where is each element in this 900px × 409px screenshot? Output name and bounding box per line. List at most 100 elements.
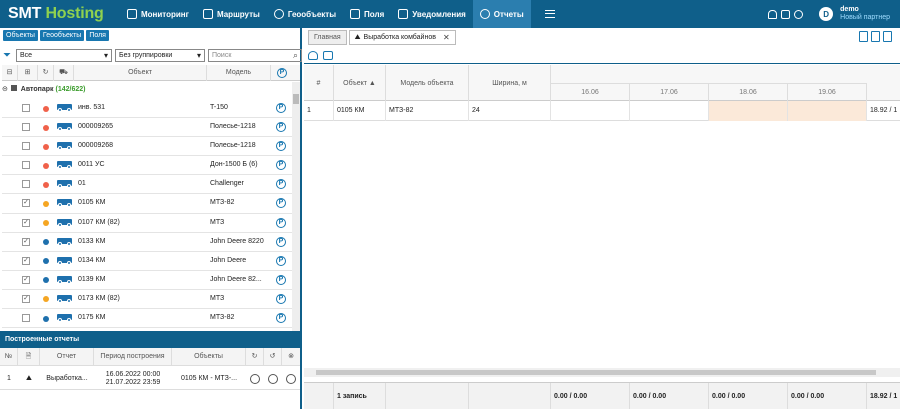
col-width[interactable]: Ширина, м <box>469 65 551 101</box>
object-model: Challenger <box>210 180 244 188</box>
nav-reports[interactable]: Отчеты <box>472 0 531 28</box>
report-row[interactable]: 1 ⛰ Выработка... 16.06.2022 00:00 21.07.… <box>0 368 300 390</box>
object-checkbox[interactable]: ✓ <box>22 275 30 284</box>
parking-icon[interactable]: P <box>276 293 286 304</box>
list-item[interactable]: 000009268 Полесье-1218 P <box>2 137 292 157</box>
parking-icon[interactable]: P <box>276 141 286 152</box>
parking-icon[interactable]: P <box>276 313 286 324</box>
parking-icon[interactable]: P <box>276 217 286 228</box>
refresh-icon[interactable]: ↻ <box>38 65 54 81</box>
object-checkbox[interactable]: ✓ <box>22 218 30 227</box>
objects-scrollbar-thumb[interactable] <box>293 94 299 104</box>
object-checkbox[interactable] <box>22 142 30 151</box>
grouping-select[interactable]: Без группировки <box>115 49 205 62</box>
bell-icon[interactable] <box>768 9 778 19</box>
excel-export-icon[interactable] <box>859 31 868 42</box>
avatar[interactable]: D <box>819 7 834 21</box>
parking-icon[interactable]: P <box>276 160 286 171</box>
object-name: 0173 КМ (82) <box>78 294 120 302</box>
nav-geoobjects[interactable]: Геообъекты <box>267 0 343 28</box>
user-name: demo <box>840 6 859 13</box>
object-checkbox[interactable]: ✓ <box>22 294 30 303</box>
row-cell <box>551 101 630 121</box>
user-info[interactable]: demo Новый партнер <box>840 6 890 22</box>
nav-fields[interactable]: Поля <box>343 0 391 28</box>
table-hscrollbar-thumb[interactable] <box>316 370 876 375</box>
report-delete-button[interactable] <box>282 368 300 390</box>
parking-icon[interactable]: P <box>276 103 286 113</box>
object-checkbox[interactable] <box>22 123 30 132</box>
object-checkbox[interactable] <box>22 314 30 323</box>
list-item[interactable]: 0175 КМ МТЗ-82 P <box>2 309 292 329</box>
nav-routes[interactable]: Маршруты <box>196 0 267 28</box>
list-item[interactable]: 0011 УС Дон-1500 Б (6) P <box>2 156 292 176</box>
parking-icon[interactable]: P <box>276 274 286 285</box>
rep-history-icon[interactable]: ↺ <box>264 348 282 366</box>
collapse-icon[interactable]: ⊝ <box>2 86 8 93</box>
report-rebuild-button[interactable] <box>246 368 264 390</box>
print-icon[interactable] <box>883 31 892 42</box>
image-icon[interactable] <box>781 9 791 19</box>
table-row[interactable]: 1 0105 КМ МТЗ-82 24 18.92 / 1 <box>304 101 900 121</box>
tab-harvest-report[interactable]: ⛰ Выработка комбайнов ✕ <box>348 30 456 45</box>
report-objects: 0105 КМ - МТЗ-... <box>180 375 238 382</box>
brand-logo[interactable]: SMT Hosting <box>0 5 120 23</box>
parking-icon[interactable]: P <box>276 255 286 266</box>
nav-notifications[interactable]: Уведомления <box>391 0 473 28</box>
list-item[interactable]: ✓ 0133 КМ John Deere 8220 P <box>2 233 292 252</box>
object-checkbox[interactable]: ✓ <box>22 237 30 246</box>
status-filter-select[interactable]: Все <box>16 49 112 62</box>
object-checkbox[interactable]: ✓ <box>22 199 30 208</box>
table-hscrollbar[interactable] <box>304 368 900 377</box>
parking-icon[interactable]: P <box>276 236 286 247</box>
tab-objects[interactable]: Объекты <box>3 30 38 41</box>
tab-geoobjects[interactable]: Геообъекты <box>39 30 85 41</box>
col-object[interactable]: Объект <box>74 65 207 81</box>
gear-icon[interactable] <box>794 9 804 19</box>
object-checkbox[interactable] <box>22 180 30 189</box>
close-icon[interactable]: ✕ <box>443 33 450 42</box>
col-object-sort[interactable]: Объект ▲ <box>334 65 386 101</box>
nav-monitoring[interactable]: Мониторинг <box>120 0 196 28</box>
tab-fields[interactable]: Поля <box>86 30 109 41</box>
rep-refresh-icon[interactable]: ↻ <box>246 348 264 366</box>
group-row[interactable]: ⊝ Автопарк (142/622) <box>2 82 292 98</box>
parking-icon[interactable]: P <box>276 179 286 190</box>
map-icon[interactable] <box>308 50 318 60</box>
tab-main[interactable]: Главная <box>308 30 347 45</box>
filter-icon[interactable]: ⏷ <box>3 50 13 61</box>
menu-icon[interactable] <box>544 10 555 18</box>
footer-count: 1 запись <box>334 383 386 409</box>
list-item[interactable]: 01 Challenger P <box>2 175 292 195</box>
report-name[interactable]: Выработка... <box>40 368 94 390</box>
harvest-icon: ⛰ <box>354 33 361 41</box>
objects-scrollbar[interactable] <box>292 82 300 358</box>
expand-all-icon[interactable]: ⊟ <box>2 65 18 81</box>
parking-icon[interactable]: P <box>276 122 286 133</box>
list-item[interactable]: ✓ 0105 КМ МТЗ-82 P <box>2 194 292 214</box>
list-item[interactable]: ✓ 0139 КМ John Deere 82... P <box>2 271 292 290</box>
pdf-export-icon[interactable] <box>871 31 880 42</box>
report-history-button[interactable] <box>264 368 282 390</box>
list-item[interactable]: ✓ 0134 КМ John Deere P <box>2 252 292 271</box>
list-item[interactable]: ✓ 0107 КМ (82) МТЗ P <box>2 214 292 233</box>
car-icon[interactable]: ⛟ <box>54 65 74 81</box>
car-icon[interactable] <box>323 50 333 60</box>
status-dot <box>43 296 49 303</box>
list-item[interactable]: инв. 531 T-150 P <box>2 99 292 119</box>
list-item[interactable]: 000009265 Полесье-1218 P <box>2 118 292 138</box>
collapse-all-icon[interactable]: ⊞ <box>18 65 38 81</box>
list-item[interactable]: ✓ 0173 КМ (82) МТЗ P <box>2 290 292 310</box>
object-checkbox[interactable] <box>22 161 30 170</box>
col-model[interactable]: Модель объекта <box>386 65 469 101</box>
object-checkbox[interactable]: ✓ <box>22 256 30 265</box>
rep-delete-all-icon[interactable]: ⊗ <box>282 348 300 366</box>
col-model[interactable]: Модель <box>207 65 271 81</box>
status-dot <box>43 258 49 265</box>
group-checkbox[interactable] <box>10 85 17 91</box>
search-input[interactable]: Поиск <box>208 49 302 62</box>
parking-icon[interactable]: P <box>276 198 286 209</box>
object-checkbox[interactable] <box>22 104 30 112</box>
row-width: 24 <box>469 101 551 121</box>
main-nav: Мониторинг Маршруты Геообъекты Поля Увед… <box>120 0 555 28</box>
